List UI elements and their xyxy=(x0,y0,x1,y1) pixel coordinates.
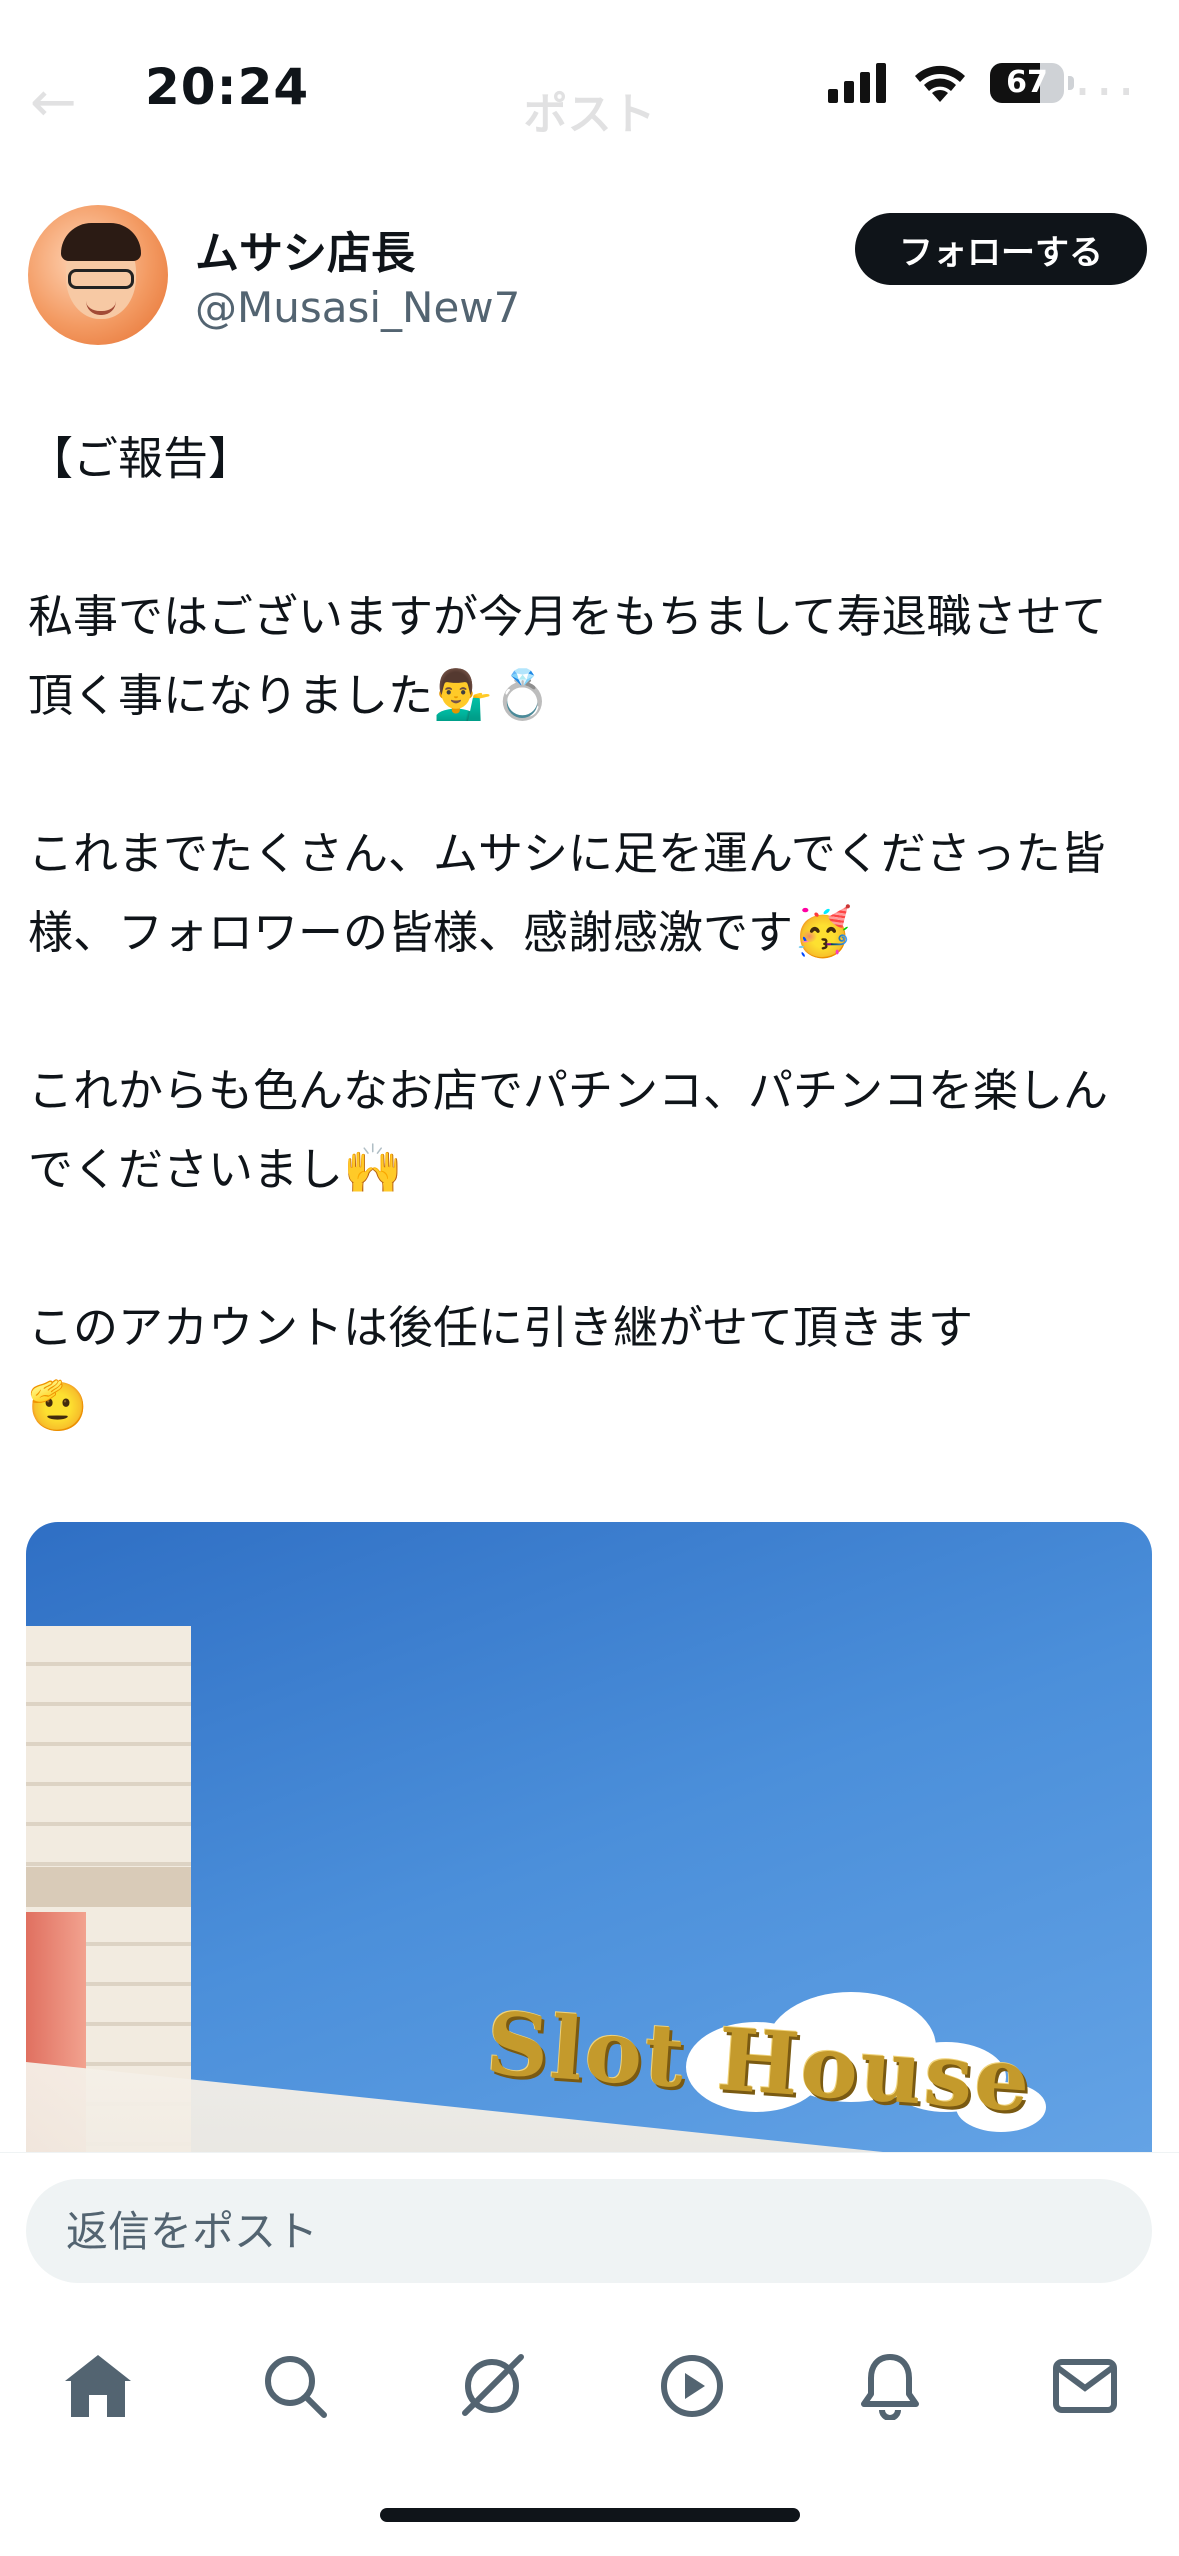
nav-home[interactable] xyxy=(58,2346,138,2426)
saluting-face-emoji: 🫡 xyxy=(28,1378,88,1434)
raising-hands-emoji: 🙌 xyxy=(343,1141,403,1197)
signal-icon xyxy=(828,63,886,103)
reply-input[interactable] xyxy=(26,2179,1152,2283)
status-bar: 20:24 67 xyxy=(0,0,1179,175)
person-tipping-hand-emoji: 💁‍♂️ xyxy=(433,667,493,723)
home-icon xyxy=(65,2355,131,2417)
battery-level: 67 xyxy=(1006,65,1048,100)
notifications-icon xyxy=(861,2354,919,2420)
video-icon xyxy=(661,2355,723,2417)
status-time: 20:24 xyxy=(145,58,310,116)
nav-grok[interactable] xyxy=(452,2346,532,2426)
messages-icon xyxy=(1053,2359,1117,2413)
post-paragraph: 私事ではございますが今月をもちまして寿退職させて頂く事になりました💁‍♂️💍 xyxy=(28,590,1107,723)
battery-tip xyxy=(1068,76,1074,90)
ring-emoji: 💍 xyxy=(492,667,553,723)
status-icons: 67 xyxy=(828,62,1074,104)
post-paragraph: 【ご報告】 xyxy=(28,432,254,485)
author-handle[interactable]: @Musasi_New7 xyxy=(195,283,520,332)
author-row: ムサシ店長 @Musasi_New7 フォローする xyxy=(28,205,1153,355)
follow-button[interactable]: フォローする xyxy=(855,213,1147,285)
post-paragraph: これまでたくさん、ムサシに足を運んでくださった皆様、フォロワーの皆様、感謝感激で… xyxy=(28,827,1106,960)
nav-notifications[interactable] xyxy=(850,2346,930,2426)
avatar[interactable] xyxy=(28,205,168,345)
partying-face-emoji: 🥳 xyxy=(793,904,853,960)
post-paragraph: このアカウントは後任に引き継がせて頂きます 🫡 xyxy=(28,1301,974,1434)
home-indicator xyxy=(380,2508,800,2522)
store-sign: Slot House xyxy=(483,1993,1035,2132)
nav-messages[interactable] xyxy=(1045,2346,1125,2426)
wifi-icon xyxy=(915,65,965,102)
search-icon xyxy=(265,2356,327,2418)
nav-video[interactable] xyxy=(652,2346,732,2426)
nav-search[interactable] xyxy=(255,2346,335,2426)
author-name[interactable]: ムサシ店長 xyxy=(195,217,415,281)
grok-icon xyxy=(462,2354,524,2416)
reply-bar xyxy=(0,2152,1179,2303)
battery-icon: 67 xyxy=(990,63,1064,103)
post-body: 【ご報告】 私事ではございますが今月をもちまして寿退職させて頂く事になりました💁… xyxy=(28,420,1148,1526)
bottom-nav xyxy=(0,2302,1179,2452)
post-paragraph: これからも色んなお店でパチンコ、パチンコを楽しんでくださいまし🙌 xyxy=(28,1064,1109,1197)
